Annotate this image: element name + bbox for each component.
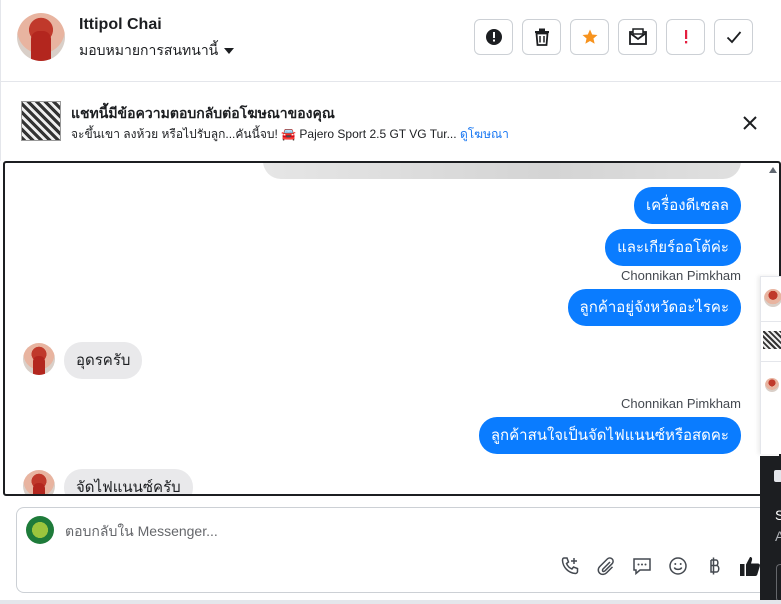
star-button[interactable] [570, 19, 609, 55]
message-thread[interactable]: เครื่องดีเซลล และเกียร์ออโต้ค่ะ Chonnika… [3, 161, 781, 496]
contact-avatar-tiny[interactable] [765, 378, 779, 392]
conversation-actions [474, 19, 753, 55]
ad-reply-banner: แชทนี้มีข้อความตอบกลับต่อโฆษณาของคุณ จะข… [0, 82, 781, 161]
close-icon [743, 116, 757, 130]
ad-thumbnail-tiny[interactable] [763, 331, 781, 349]
thumbs-up-icon [740, 556, 760, 576]
reply-input[interactable] [65, 520, 665, 542]
exclamation-icon [684, 30, 687, 44]
incoming-message[interactable]: อุดรครับ [64, 342, 143, 379]
spam-button[interactable] [474, 19, 513, 55]
ad-banner-title: แชทนี้มีข้อความตอบกลับต่อโฆษณาของคุณ [71, 105, 335, 121]
emoji-button[interactable] [667, 554, 689, 578]
popup-button-edge[interactable] [776, 564, 781, 602]
bottom-border [0, 600, 781, 604]
mark-done-button[interactable] [714, 19, 753, 55]
sender-name: Chonnikan Pimkham [621, 396, 741, 411]
divider [761, 321, 781, 322]
ad-thumbnail[interactable] [21, 101, 61, 141]
outgoing-message[interactable]: และเกียร์ออโต้ค่ะ [605, 229, 741, 266]
envelope-icon [628, 28, 647, 45]
popup-text-1: S [775, 507, 781, 523]
outgoing-message[interactable]: ลูกค้าอยู่จังหวัดอะไรคะ [567, 289, 741, 326]
ad-banner-subtitle: จะขึ้นเขา ลงห้วย หรือไปรับลูก...คันนี้จบ… [71, 125, 509, 144]
dark-popup-edge: S A [760, 456, 781, 604]
trash-icon [534, 28, 549, 46]
contact-avatar-small[interactable] [23, 470, 55, 494]
outgoing-message[interactable]: เครื่องดีเซลล [634, 187, 741, 224]
contact-avatar[interactable] [17, 13, 65, 61]
sender-name: Chonnikan Pimkham [621, 268, 741, 283]
ad-preview-text: จะขึ้นเขา ลงห้วย หรือไปรับลูก...คันนี้จบ… [71, 127, 457, 141]
reply-composer [16, 507, 781, 593]
contact-avatar-tiny[interactable] [764, 289, 781, 307]
check-icon [726, 31, 741, 44]
phone-plus-icon [561, 557, 579, 575]
emoji-icon [669, 557, 687, 575]
contact-avatar-small[interactable] [23, 343, 55, 375]
alert-circle-icon [485, 29, 502, 45]
chat-icon [633, 558, 651, 576]
follow-up-button[interactable] [666, 19, 705, 55]
divider [761, 361, 781, 362]
view-ad-link[interactable]: ดูโฆษณา [460, 127, 509, 141]
attach-button[interactable] [595, 554, 617, 578]
like-button[interactable] [739, 554, 761, 578]
conversation-list-panel-edge[interactable] [760, 276, 781, 454]
popup-text-2: A [775, 528, 781, 544]
composer-toolbar [559, 554, 761, 578]
caret-down-icon [224, 48, 235, 54]
conversation-header: Ittipol Chai มอบหมายการสนทนานี้ [0, 0, 781, 82]
shared-image-partial[interactable] [263, 163, 741, 179]
page-avatar [26, 516, 54, 544]
star-icon [582, 29, 597, 44]
saved-replies-button[interactable] [631, 554, 653, 578]
baht-icon [710, 557, 720, 575]
outgoing-message[interactable]: ลูกค้าสนใจเป็นจัดไฟแนนซ์หรือสดคะ [478, 417, 741, 454]
incoming-message[interactable]: จัดไฟแนนซ์ครับ [64, 469, 193, 494]
close-banner-button[interactable] [739, 112, 761, 134]
paperclip-icon [597, 557, 614, 576]
delete-button[interactable] [522, 19, 561, 55]
call-button[interactable] [559, 554, 581, 578]
inbox-conversation: Ittipol Chai มอบหมายการสนทนานี้ แชทนี้มี… [0, 0, 781, 604]
assign-label: มอบหมายการสนทนานี้ [79, 42, 219, 58]
scroll-up-arrow-icon[interactable] [769, 167, 777, 173]
mark-unread-button[interactable] [618, 19, 657, 55]
payment-button[interactable] [703, 554, 725, 578]
document-icon [774, 470, 781, 482]
assign-conversation-dropdown[interactable]: มอบหมายการสนทนานี้ [79, 40, 235, 62]
contact-name[interactable]: Ittipol Chai [79, 16, 162, 34]
